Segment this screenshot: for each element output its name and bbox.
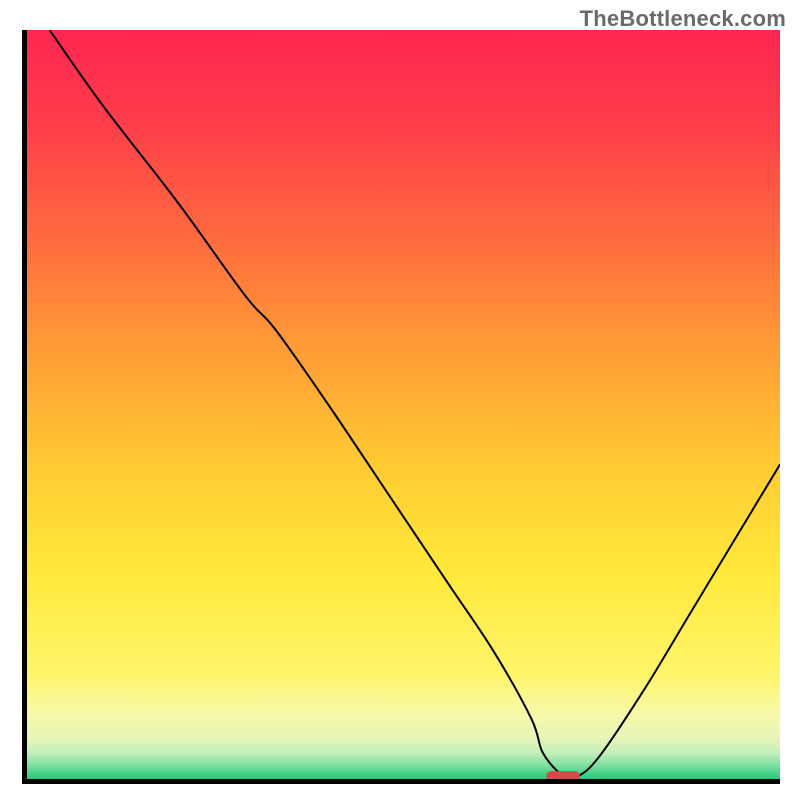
plot-area bbox=[22, 30, 780, 784]
bottleneck-chart: TheBottleneck.com bbox=[0, 0, 800, 800]
watermark-text: TheBottleneck.com bbox=[580, 6, 786, 32]
gradient-background bbox=[27, 30, 780, 779]
